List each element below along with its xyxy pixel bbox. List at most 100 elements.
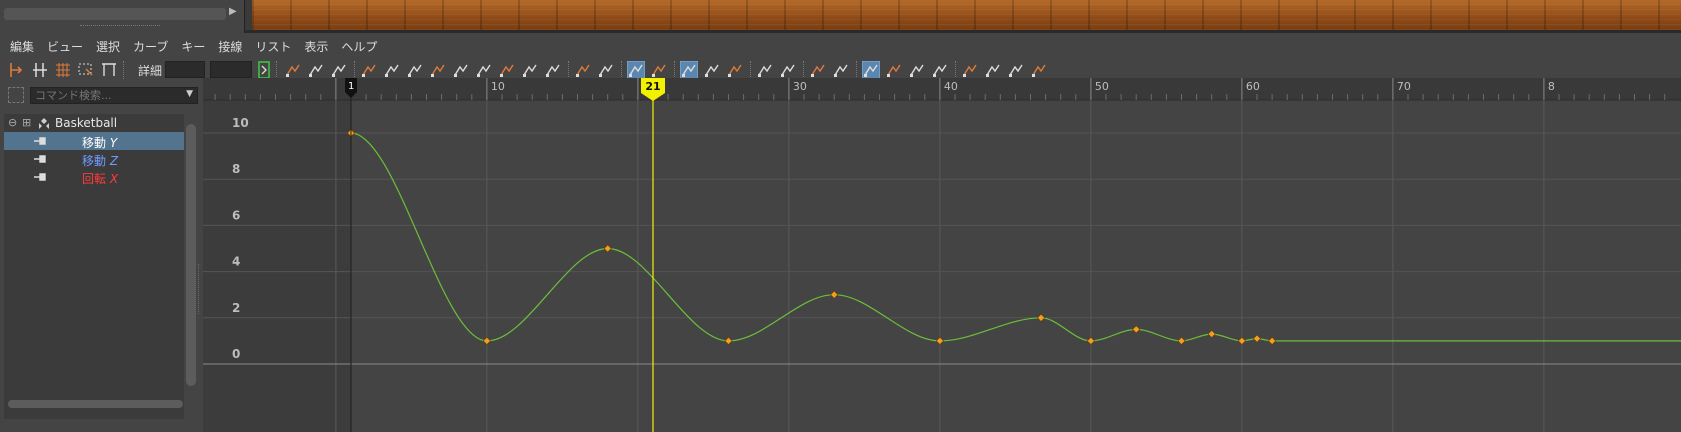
outliner-scrollbar[interactable]: [186, 124, 196, 386]
key-time-field[interactable]: [165, 61, 205, 78]
time-ruler[interactable]: [203, 78, 1681, 100]
key-value-field[interactable]: [210, 61, 252, 78]
attribute-axis: Y: [109, 136, 118, 150]
unify-tangents-icon[interactable]: [597, 61, 615, 79]
pre-range-shade: [203, 78, 351, 432]
panel-resize-grip[interactable]: [80, 25, 160, 28]
command-search-input[interactable]: [31, 88, 171, 103]
break-tangents-icon[interactable]: [574, 61, 592, 79]
list-item-attribute[interactable]: 移動 Y: [4, 132, 184, 150]
post-infinity-cycle-icon[interactable]: [1007, 61, 1025, 79]
graph-editor-area[interactable]: 1020304050607080246810121: [203, 78, 1681, 432]
detail-label: 詳細: [138, 64, 163, 78]
show-buffer-icon[interactable]: [779, 61, 797, 79]
denormalize-icon[interactable]: [832, 61, 850, 79]
attribute-curve-icon: [34, 155, 46, 163]
breakdown-toggle-icon[interactable]: [258, 61, 270, 79]
swap-buffer-icon[interactable]: [650, 61, 668, 79]
tangent-default-icon[interactable]: [544, 61, 562, 79]
expand-arrow-icon[interactable]: ▶: [229, 6, 241, 20]
menu-item-1[interactable]: ビュー: [47, 38, 83, 55]
attribute-curve-icon: [34, 137, 46, 145]
move-key-icon[interactable]: [8, 61, 26, 79]
menu-item-8[interactable]: ヘルプ: [341, 38, 377, 55]
toolbar-separator: [123, 61, 126, 79]
y-tick-label: 8: [232, 162, 240, 176]
viewport-divider: [245, 30, 1681, 33]
retime-icon[interactable]: [100, 61, 118, 79]
y-tick-label: 2: [232, 301, 240, 315]
post-infinity-offset-icon[interactable]: [1030, 61, 1048, 79]
menu-item-2[interactable]: 選択: [96, 38, 120, 55]
toolbar-separator: [856, 61, 859, 79]
expand-all-icon[interactable]: ⊞: [22, 116, 31, 129]
y-tick-label: 4: [232, 255, 240, 269]
normalize-icon[interactable]: [809, 61, 827, 79]
attribute-label: 移動 Y: [82, 134, 117, 151]
attribute-name: 回転: [82, 172, 107, 186]
list-item-basketball[interactable]: ⊖ ⊞ Basketball: [4, 114, 184, 132]
tangent-spline-icon[interactable]: [383, 61, 401, 79]
top-left-panel: ▶: [0, 0, 245, 33]
top-left-scrollbar[interactable]: [4, 8, 226, 20]
graph-background: [203, 78, 1681, 432]
menu-item-3[interactable]: カーブ: [133, 38, 168, 55]
toolbar-separator: [621, 61, 624, 79]
current-frame-label: 21: [645, 80, 660, 93]
attribute-axis: Z: [109, 154, 119, 168]
buffer-snapshot-icon[interactable]: [627, 61, 645, 79]
graph-outliner: ▼ ⊖ ⊞ Basketball 移動 Y移動 Z回転 X: [0, 84, 205, 432]
weighted-tangents-icon[interactable]: [726, 61, 744, 79]
ruler-label: 40: [944, 80, 958, 93]
toolbar-separator: [803, 61, 806, 79]
absolute-view-icon[interactable]: [885, 61, 903, 79]
tangent-clamped-icon[interactable]: [406, 61, 424, 79]
pre-infinity-offset-icon[interactable]: [984, 61, 1002, 79]
ruler-label: 10: [491, 80, 505, 93]
chevron-down-icon[interactable]: ▼: [186, 89, 193, 99]
command-search-field[interactable]: ▼: [30, 87, 198, 104]
stacked-view-icon[interactable]: [862, 61, 880, 79]
frame-playback-icon[interactable]: [307, 61, 325, 79]
tangent-flat-icon[interactable]: [452, 61, 470, 79]
relative-view-icon[interactable]: [908, 61, 926, 79]
menu-item-5[interactable]: 接線: [218, 38, 242, 55]
tangent-auto-icon[interactable]: [360, 61, 378, 79]
insert-key-icon[interactable]: [31, 61, 49, 79]
ruler-label: 8: [1548, 80, 1555, 93]
lattice-deform-icon[interactable]: [54, 61, 72, 79]
pre-infinity-cycle-icon[interactable]: [961, 61, 979, 79]
tangent-step-icon[interactable]: [475, 61, 493, 79]
outliner-horizontal-scrollbar[interactable]: [8, 400, 183, 408]
list-item-attribute[interactable]: 回転 X: [4, 168, 184, 186]
panel-splitter[interactable]: [198, 264, 201, 314]
attribute-name: 移動: [82, 136, 107, 150]
viewport-strip: ▶: [0, 0, 1681, 33]
tangent-step-next-icon[interactable]: [498, 61, 516, 79]
frame-all-icon[interactable]: [284, 61, 302, 79]
menu-item-7[interactable]: 表示: [304, 38, 328, 55]
menu-item-4[interactable]: キー: [181, 38, 205, 55]
center-current-time-icon[interactable]: [330, 61, 348, 79]
ruler-label: 60: [1246, 80, 1260, 93]
ruler-label: 50: [1095, 80, 1109, 93]
region-select-icon[interactable]: [77, 61, 95, 79]
y-tick-label: 0: [232, 347, 240, 361]
menu-item-6[interactable]: リスト: [255, 38, 291, 55]
free-tangent-weight-icon[interactable]: [680, 61, 698, 79]
start-frame-label: 1: [348, 81, 354, 92]
show-results-icon[interactable]: [756, 61, 774, 79]
list-item-attribute[interactable]: 移動 Z: [4, 150, 184, 168]
outliner-list: ⊖ ⊞ Basketball 移動 Y 移動 Z 回転 X: [4, 114, 184, 419]
tangent-linear-icon[interactable]: [429, 61, 447, 79]
attribute-name: 移動: [82, 154, 107, 168]
tangent-plateau-icon[interactable]: [521, 61, 539, 79]
collapse-icon[interactable]: ⊖: [8, 116, 17, 129]
graph-canvas[interactable]: 1020304050607080246810121: [203, 78, 1681, 432]
y-tick-label: 6: [232, 208, 240, 222]
lock-tangent-weight-icon[interactable]: [703, 61, 721, 79]
viewport-floor: [252, 0, 1681, 30]
auto-load-icon[interactable]: [931, 61, 949, 79]
menu-item-0[interactable]: 編集: [10, 38, 34, 55]
attribute-label: 回転 X: [82, 170, 118, 187]
